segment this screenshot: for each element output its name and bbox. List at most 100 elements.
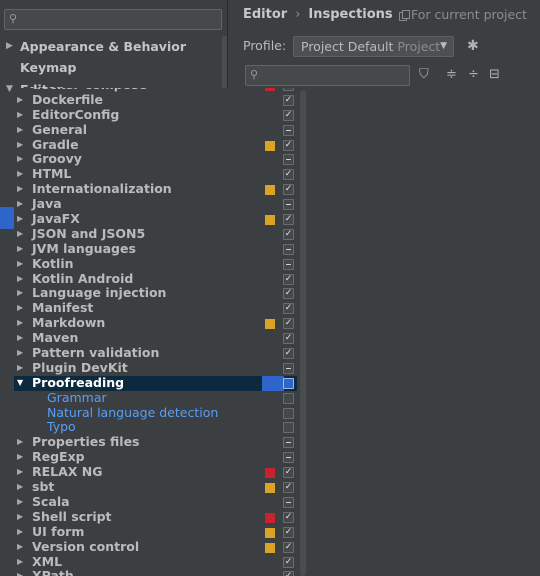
- collapsed-arrow-icon[interactable]: ▶: [17, 197, 23, 212]
- enable-checkbox[interactable]: ✓: [283, 556, 294, 568]
- inspection-group[interactable]: ▶ JavaFX ✓: [14, 211, 297, 227]
- collapsed-arrow-icon[interactable]: ▶: [17, 450, 23, 465]
- filter-icon[interactable]: ⛉: [419, 67, 429, 83]
- inspection-group[interactable]: ▶ Dockerfile ✓: [14, 92, 297, 108]
- expanded-arrow-icon[interactable]: ▼: [17, 376, 23, 391]
- collapsed-arrow-icon[interactable]: ▶: [17, 227, 23, 242]
- inspection-group[interactable]: ▶ JVM languages: [14, 241, 297, 257]
- enable-checkbox[interactable]: ✓: [283, 318, 294, 330]
- inspections-scrollbar[interactable]: [300, 90, 306, 576]
- enable-checkbox[interactable]: ✓: [283, 214, 294, 226]
- collapsed-arrow-icon[interactable]: ▶: [17, 525, 23, 540]
- enable-checkbox[interactable]: [283, 407, 294, 419]
- enable-checkbox[interactable]: [283, 199, 294, 211]
- enable-checkbox[interactable]: [283, 258, 294, 270]
- enable-checkbox[interactable]: ✓: [283, 109, 294, 121]
- collapsed-arrow-icon[interactable]: ▶: [17, 93, 23, 108]
- inspection-group[interactable]: ▶ Manifest ✓: [14, 300, 297, 316]
- sidebar-item-keymap[interactable]: Keymap: [0, 57, 227, 78]
- inspection-item[interactable]: Grammar: [14, 390, 297, 406]
- expanded-arrow-icon[interactable]: ▼: [6, 79, 13, 100]
- inspection-group[interactable]: ▶ RELAX NG ✓: [14, 464, 297, 480]
- collapsed-arrow-icon[interactable]: ▶: [17, 272, 23, 287]
- collapsed-arrow-icon[interactable]: ▶: [17, 212, 23, 227]
- sidebar-item-appearance-behavior[interactable]: ▶ Appearance & Behavior: [0, 36, 227, 57]
- enable-checkbox[interactable]: ✓: [283, 273, 294, 285]
- inspection-group[interactable]: ▶ Groovy: [14, 152, 297, 167]
- collapse-all-icon[interactable]: ÷: [468, 67, 479, 83]
- inspection-group[interactable]: ▶ Kotlin Android ✓: [14, 271, 297, 287]
- enable-checkbox[interactable]: [283, 437, 294, 449]
- collapsed-arrow-icon[interactable]: ▶: [17, 123, 23, 138]
- reset-icon[interactable]: ⊟: [489, 67, 500, 83]
- enable-checkbox[interactable]: ✓: [283, 467, 294, 479]
- settings-search-input[interactable]: ⚲: [4, 9, 222, 30]
- inspection-group[interactable]: ▶ Markdown ✓: [14, 315, 297, 331]
- collapsed-arrow-icon[interactable]: ▶: [17, 167, 23, 182]
- collapsed-arrow-icon[interactable]: ▶: [17, 152, 23, 167]
- gear-icon[interactable]: ✱: [467, 38, 479, 54]
- inspection-group[interactable]: ▶ Kotlin: [14, 256, 297, 272]
- collapsed-arrow-icon[interactable]: ▶: [17, 569, 23, 576]
- collapsed-arrow-icon[interactable]: ▶: [17, 435, 23, 450]
- enable-checkbox[interactable]: ✓: [283, 541, 294, 553]
- inspections-search-input[interactable]: ⚲: [245, 65, 410, 86]
- collapsed-arrow-icon[interactable]: ▶: [17, 361, 23, 376]
- inspection-item[interactable]: Typo: [14, 420, 297, 435]
- inspection-group[interactable]: ▶ Maven ✓: [14, 330, 297, 346]
- enable-checkbox[interactable]: [283, 422, 294, 434]
- collapsed-arrow-icon[interactable]: ▶: [17, 316, 23, 331]
- inspection-group[interactable]: ▶ Version control ✓: [14, 539, 297, 555]
- inspection-group[interactable]: ▶ Pattern validation ✓: [14, 345, 297, 361]
- inspection-group[interactable]: ▶ RegExp: [14, 449, 297, 465]
- enable-checkbox[interactable]: ✓: [283, 303, 294, 315]
- profile-dropdown[interactable]: Project Default Project ▼: [293, 36, 454, 57]
- collapsed-arrow-icon[interactable]: ▶: [17, 480, 23, 495]
- inspection-group[interactable]: ▶ Internationalization ✓: [14, 181, 297, 197]
- enable-checkbox[interactable]: ✓: [283, 571, 294, 576]
- enable-checkbox[interactable]: ✓: [283, 184, 294, 196]
- collapsed-arrow-icon[interactable]: ▶: [17, 510, 23, 525]
- collapsed-arrow-icon[interactable]: ▶: [17, 540, 23, 555]
- enable-checkbox[interactable]: [283, 154, 294, 166]
- inspection-group[interactable]: ▼ Proofreading: [14, 375, 297, 391]
- inspection-group[interactable]: ▶ Scala: [14, 494, 297, 510]
- collapsed-arrow-icon[interactable]: ▶: [17, 465, 23, 480]
- collapsed-arrow-icon[interactable]: ▶: [17, 242, 23, 257]
- enable-checkbox[interactable]: [283, 362, 294, 374]
- enable-checkbox[interactable]: [283, 124, 294, 136]
- enable-checkbox[interactable]: ✓: [283, 526, 294, 538]
- enable-checkbox[interactable]: [283, 243, 294, 255]
- inspection-group[interactable]: ▶ JSON and JSON5 ✓: [14, 226, 297, 242]
- collapsed-arrow-icon[interactable]: ▶: [17, 286, 23, 301]
- inspection-group[interactable]: ▶ UI form ✓: [14, 524, 297, 540]
- enable-checkbox[interactable]: ✓: [283, 94, 294, 106]
- enable-checkbox[interactable]: [283, 377, 294, 389]
- expand-all-icon[interactable]: ≑: [446, 67, 457, 83]
- collapsed-arrow-icon[interactable]: ▶: [17, 257, 23, 272]
- enable-checkbox[interactable]: [283, 452, 294, 464]
- inspection-group[interactable]: ▶ Gradle ✓: [14, 137, 297, 153]
- inspection-group[interactable]: ▶ XPath ✓: [14, 568, 297, 576]
- inspection-group[interactable]: ▶ HTML ✓: [14, 166, 297, 182]
- enable-checkbox[interactable]: ✓: [283, 511, 294, 523]
- inspection-group[interactable]: ▶ XML ✓: [14, 554, 297, 570]
- collapsed-arrow-icon[interactable]: ▶: [17, 346, 23, 361]
- collapsed-arrow-icon[interactable]: ▶: [17, 138, 23, 153]
- collapsed-arrow-icon[interactable]: ▶: [17, 495, 23, 510]
- inspection-group[interactable]: ▶ Plugin DevKit: [14, 360, 297, 376]
- inspection-group[interactable]: ▶ sbt ✓: [14, 479, 297, 495]
- enable-checkbox[interactable]: ✓: [283, 228, 294, 240]
- collapsed-arrow-icon[interactable]: ▶: [17, 331, 23, 346]
- inspection-group[interactable]: ▶ General: [14, 122, 297, 138]
- inspection-item[interactable]: Natural language detection: [14, 405, 297, 421]
- enable-checkbox[interactable]: ✓: [283, 88, 294, 91]
- inspection-group[interactable]: ▶ Properties files: [14, 434, 297, 450]
- inspection-group[interactable]: ▶ Java: [14, 196, 297, 212]
- inspection-group[interactable]: ▶ Language injection ✓: [14, 286, 297, 301]
- enable-checkbox[interactable]: [283, 496, 294, 508]
- collapsed-arrow-icon[interactable]: ▶: [17, 108, 23, 123]
- enable-checkbox[interactable]: ✓: [283, 169, 294, 181]
- inspection-group[interactable]: ▶ EditorConfig ✓: [14, 107, 297, 123]
- enable-checkbox[interactable]: ✓: [283, 482, 294, 494]
